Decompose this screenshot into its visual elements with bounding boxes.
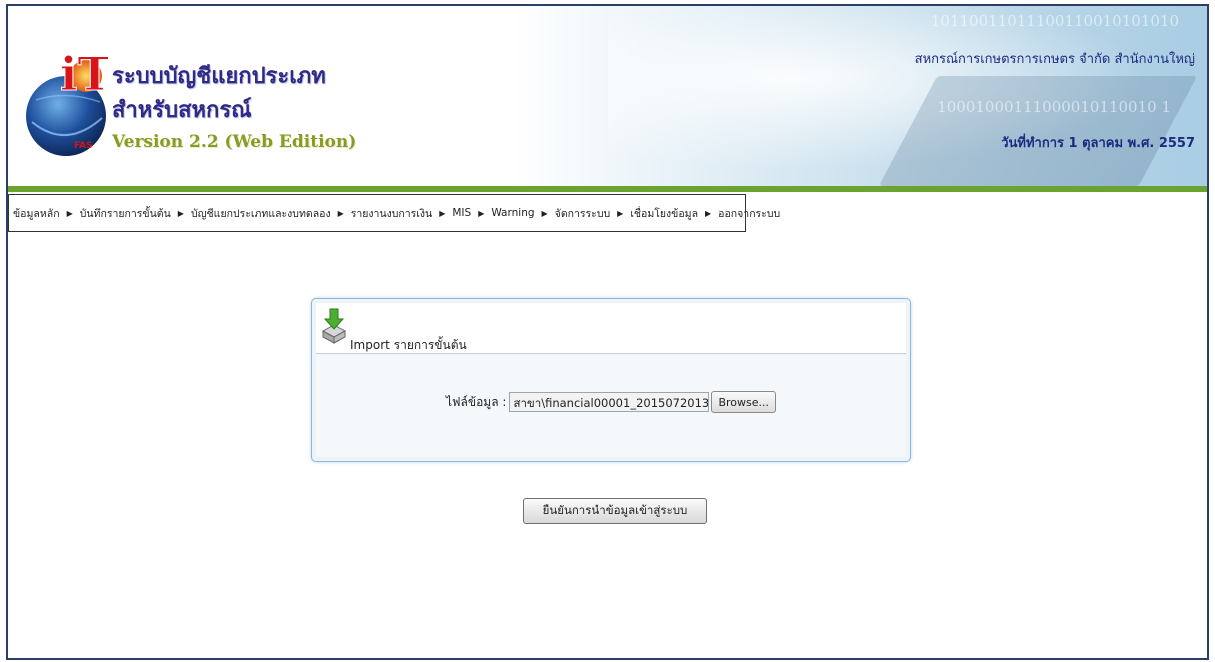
- menu-item-master-data[interactable]: ข้อมูลหลัก: [11, 205, 62, 222]
- import-panel: Import รายการขั้นต้น ไฟล์ข้อมูล : สาขา\f…: [311, 298, 911, 462]
- menu-arrow-icon: ▶: [177, 208, 184, 218]
- app-title-line2: สำหรับสหกรณ์: [112, 97, 252, 123]
- menu-item-mis[interactable]: MIS: [450, 207, 473, 219]
- svg-text:iT: iT: [60, 47, 108, 101]
- organization-name: สหกรณ์การเกษตรการเกษตร จำกัด สำนักงานใหญ…: [914, 52, 1195, 67]
- menu-arrow-icon: ▶: [478, 208, 485, 218]
- menu-item-journal-entry[interactable]: บันทึกรายการขั้นต้น: [78, 205, 173, 222]
- binary-text-top: 10110011011100110010101010: [930, 12, 1179, 30]
- menu-arrow-icon: ▶: [337, 208, 344, 218]
- confirm-import-button[interactable]: ยืนยันการนำข้อมูลเข้าสู่ระบบ: [523, 498, 707, 524]
- app-frame: 10110011011100110010101010 1000100011100…: [6, 4, 1209, 660]
- menu-item-financial-reports[interactable]: รายงานงบการเงิน: [349, 205, 434, 222]
- svg-text:FAS: FAS: [74, 141, 93, 151]
- menu-item-ledger-trial-balance[interactable]: บัญชีแยกประเภทและงบทดลอง: [189, 205, 333, 222]
- browse-button[interactable]: Browse...: [711, 391, 776, 413]
- app-version: Version 2.2 (Web Edition): [112, 132, 357, 152]
- header-banner: 10110011011100110010101010 1000100011100…: [8, 6, 1207, 186]
- file-row: ไฟล์ข้อมูล : สาขา\financial00001_2015072…: [316, 391, 906, 413]
- menu-arrow-icon: ▶: [541, 208, 548, 218]
- menu-arrow-icon: ▶: [439, 208, 446, 218]
- fas-logo-icon: iT FAS: [26, 47, 108, 156]
- header-divider: [8, 186, 1207, 192]
- main-menu: ข้อมูลหลัก ▶ บันทึกรายการขั้นต้น ▶ บัญชี…: [8, 194, 780, 232]
- menu-item-logout[interactable]: ออกจากระบบ: [716, 205, 782, 222]
- app-title-line1: ระบบบัญชีแยกประเภท: [112, 63, 326, 89]
- work-date: วันที่ทำการ 1 ตุลาคม พ.ศ. 2557: [1001, 136, 1195, 151]
- import-down-arrow-icon: [321, 308, 347, 344]
- binary-text-mid: 10001000111000010110010 1: [937, 98, 1171, 116]
- import-panel-title: Import รายการขั้นต้น: [350, 338, 467, 352]
- import-panel-body: ไฟล์ข้อมูล : สาขา\financial00001_2015072…: [316, 355, 906, 457]
- menu-item-data-link[interactable]: เชื่อมโยงข้อมูล: [628, 205, 700, 222]
- menu-arrow-icon: ▶: [705, 208, 712, 218]
- menu-arrow-icon: ▶: [66, 208, 73, 218]
- menu-arrow-icon: ▶: [617, 208, 624, 218]
- menu-item-system-admin[interactable]: จัดการระบบ: [553, 205, 612, 222]
- menu-item-warning[interactable]: Warning: [489, 207, 536, 219]
- file-label: ไฟล์ข้อมูล :: [446, 394, 507, 409]
- import-panel-header: Import รายการขั้นต้น: [316, 303, 906, 354]
- file-path-input[interactable]: สาขา\financial00001_201507201327.csv: [509, 392, 710, 412]
